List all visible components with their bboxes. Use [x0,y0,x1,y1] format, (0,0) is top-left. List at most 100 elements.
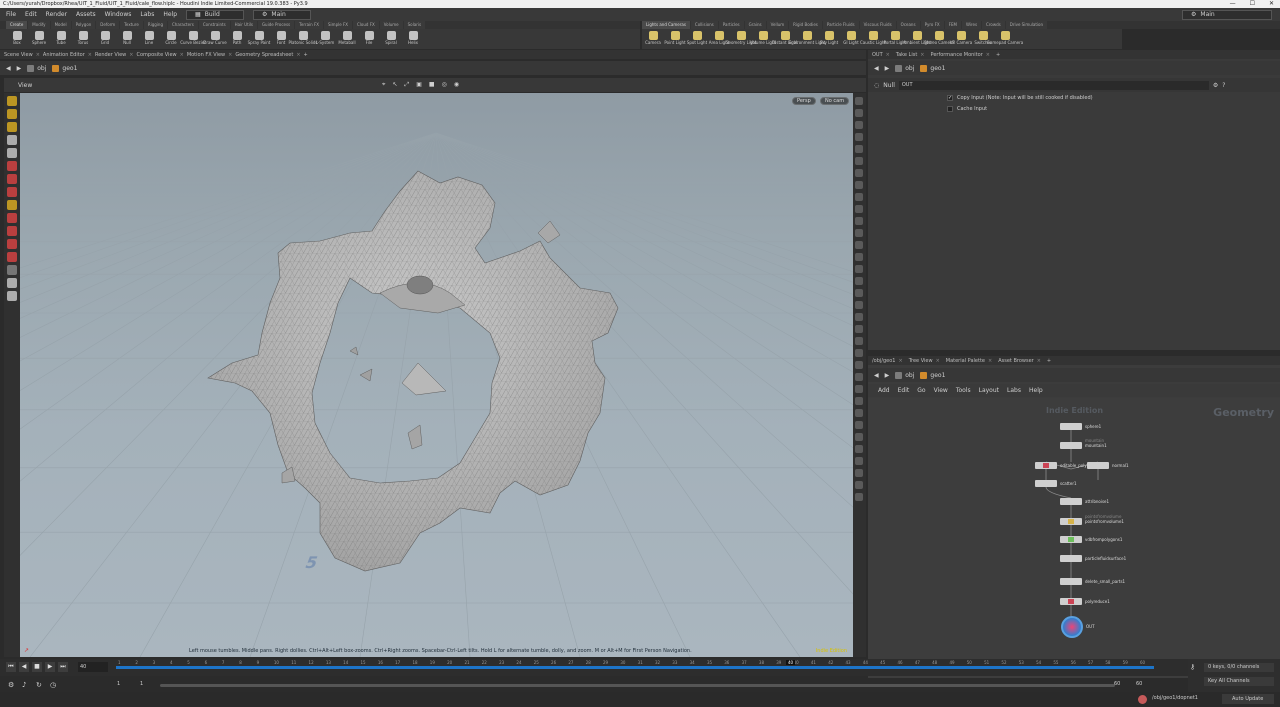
right-tool-24-icon[interactable] [855,385,863,393]
node-scatter1[interactable] [1035,480,1057,487]
shelf-tab-particles[interactable]: Particles [718,21,744,29]
persp-button[interactable]: Persp [792,97,816,105]
sim-icon[interactable]: ⚙ [8,681,14,689]
close-icon[interactable]: × [936,358,940,364]
network-canvas[interactable]: Indie Edition Geometry sphere1 mountain1 m… [868,398,1280,692]
node-attribnoise1[interactable] [1060,498,1082,505]
shelf-tab-create[interactable]: Create [6,21,28,29]
right-tool-5-icon[interactable] [855,157,863,165]
tool-spot-light[interactable]: Spot Light [686,29,708,49]
node-pointsfromvolume1[interactable] [1060,518,1082,525]
tab-motion-fx-view[interactable]: Motion FX View × [187,52,233,58]
current-frame-field[interactable]: 40 [78,662,108,672]
shelf-tab-collisions[interactable]: Collisions [690,21,718,29]
range-start2-field[interactable]: 1 [140,681,143,687]
tool-camera[interactable]: Camera [642,29,664,49]
maximize-icon[interactable]: ☐ [1250,0,1255,8]
tab-tree-view[interactable]: Tree View × [909,358,940,364]
add-tab-icon[interactable]: + [996,52,1000,58]
shelf-tab-viscous-fluids[interactable]: Viscous Fluids [859,21,896,29]
tool-spray-paint[interactable]: Spray Paint [248,29,270,49]
desktop-select[interactable]: ▦ Build [186,9,245,20]
tab-material-palette[interactable]: Material Palette × [946,358,992,364]
tool-metaball[interactable]: Metaball [336,29,358,49]
play-reverse-icon[interactable]: ◀ [19,662,29,672]
menu-help[interactable]: Help [1029,387,1043,394]
right-tool-32-icon[interactable] [855,481,863,489]
node-polyreduce1[interactable] [1060,598,1082,605]
tool-switcher[interactable]: Switcher [972,29,994,49]
forward-arrow-icon[interactable]: ▶ [885,65,890,72]
close-icon[interactable]: × [886,52,890,58]
node-normal1[interactable] [1087,462,1109,469]
tool-sky-light[interactable]: Sky Light [818,29,840,49]
left-tool-13-icon[interactable] [7,265,17,275]
left-tool-1-icon[interactable] [7,109,17,119]
right-tool-4-icon[interactable] [855,145,863,153]
close-icon[interactable]: × [88,52,92,58]
help-icon[interactable]: ? [1222,82,1225,89]
node-sphere1[interactable] [1060,423,1082,430]
shelf-tab-pyro-fx[interactable]: Pyro FX [920,21,944,29]
tool-curve-bezier[interactable]: Curve Bezier [180,29,206,49]
menu-labs[interactable]: Labs [140,11,154,18]
tab-render-view[interactable]: Render View × [95,52,133,58]
left-tool-4-icon[interactable] [7,148,17,158]
auto-update-button[interactable]: Auto Update [1222,694,1274,704]
tool-torus[interactable]: Torus [72,29,94,49]
right-tool-14-icon[interactable] [855,265,863,273]
tool-environment-light[interactable]: Environment Light [789,29,825,49]
menu-go[interactable]: Go [917,387,925,394]
right-tool-0-icon[interactable] [855,97,863,105]
param-cache-input[interactable]: Cache Input [947,106,987,112]
tab-composite-view[interactable]: Composite View × [136,52,183,58]
jump-end-icon[interactable]: ⏭ [58,662,68,672]
right-tool-33-icon[interactable] [855,493,863,501]
shelf-tab-crowds[interactable]: Crowds [982,21,1005,29]
shelf-tab-rigid-bodies[interactable]: Rigid Bodies [789,21,822,29]
tool-area-light[interactable]: Area Light [708,29,730,49]
shelf-tab-constraints[interactable]: Constraints [198,21,230,29]
range-start-field[interactable]: 1 [117,681,120,687]
close-icon[interactable]: × [986,52,990,58]
gear-icon[interactable]: ⚙ [1213,82,1218,89]
right-tool-16-icon[interactable] [855,289,863,297]
back-arrow-icon[interactable]: ◀ [874,372,879,379]
right-tool-17-icon[interactable] [855,301,863,309]
menu-layout[interactable]: Layout [979,387,999,394]
back-arrow-icon[interactable]: ◀ [6,65,11,72]
close-icon[interactable]: × [296,52,300,58]
path-geo1[interactable]: geo1 [52,64,77,72]
right-tool-27-icon[interactable] [855,421,863,429]
camera-button[interactable]: No cam [820,97,850,105]
tool-geometry-light[interactable]: Geometry Light [725,29,757,49]
shelf-tab-volume[interactable]: Volume [379,21,403,29]
close-icon[interactable]: × [36,52,40,58]
tool-ambient-light[interactable]: Ambient Light [903,29,931,49]
shelf-tab-particle-fluids[interactable]: Particle Fluids [822,21,859,29]
tool-distant-light[interactable]: Distant Light [772,29,798,49]
node-editable-poly[interactable] [1035,462,1057,469]
left-tool-12-icon[interactable] [7,252,17,262]
close-icon[interactable]: × [228,52,232,58]
playhead-marker[interactable]: 40 [786,660,796,665]
path-geo1[interactable]: geo1 [920,371,945,379]
menu-edit[interactable]: Edit [898,387,910,394]
menu-add[interactable]: Add [878,387,890,394]
minimize-icon[interactable]: — [1230,0,1236,8]
node-name-field[interactable]: OUT [898,80,1209,90]
menu-render[interactable]: Render [46,11,67,18]
tab-out[interactable]: OUT × [872,52,890,58]
tool-circle[interactable]: Circle [160,29,182,49]
forward-arrow-icon[interactable]: ▶ [17,65,22,72]
tab-asset-browser[interactable]: Asset Browser × [998,358,1041,364]
shelf-tab-terrain-fx[interactable]: Terrain FX [295,21,324,29]
right-tool-21-icon[interactable] [855,349,863,357]
right-tool-11-icon[interactable] [855,229,863,237]
key-icon[interactable]: ⚷ [1190,663,1195,671]
key-all-channels-button[interactable]: Key All Channels [1204,677,1274,686]
tool-platonic-solids[interactable]: Platonic Solids [289,29,317,49]
shelf-tab-guide-process[interactable]: Guide Process [257,21,295,29]
shelf-tab-simple-fx[interactable]: Simple FX [324,21,352,29]
right-tool-12-icon[interactable] [855,241,863,249]
